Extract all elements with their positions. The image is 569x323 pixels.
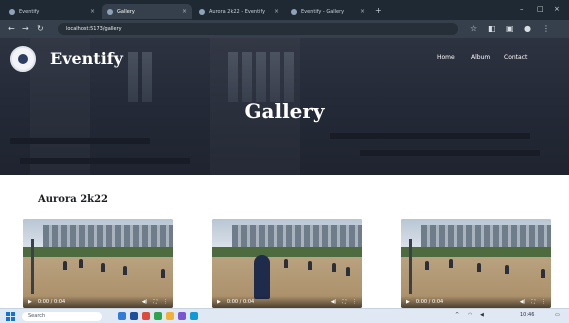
nav-link-contact[interactable]: Contact — [504, 54, 527, 61]
fullscreen-icon[interactable]: ⛶ — [153, 299, 157, 305]
volume-tray-icon[interactable]: ◀ — [480, 312, 484, 318]
back-icon[interactable]: ← — [8, 24, 15, 33]
taskbar-app-icon[interactable] — [190, 312, 198, 320]
taskbar-search-input[interactable]: Search — [22, 312, 102, 321]
video-player-1[interactable]: ▶ 0:00 / 0:04 ◀) ⛶ ⋮ — [23, 219, 173, 308]
tab-label: Eventify — [19, 8, 40, 15]
tab-favicon-icon — [107, 8, 113, 15]
video-frame-person — [79, 259, 83, 268]
volume-icon[interactable]: ◀) — [520, 299, 526, 305]
play-icon[interactable]: ▶ — [406, 299, 410, 305]
fullscreen-icon[interactable]: ⛶ — [342, 299, 346, 305]
menu-dots-icon[interactable]: ⋮ — [542, 24, 550, 33]
taskbar-app-icon[interactable] — [142, 312, 150, 320]
video-time: 0:00 / 0:04 — [37, 299, 66, 305]
volume-icon[interactable]: ◀) — [142, 299, 148, 305]
new-tab-icon[interactable]: + — [375, 6, 382, 15]
nav-link-album[interactable]: Album — [471, 54, 490, 61]
sidebar-icon[interactable]: ▣ — [506, 24, 514, 33]
taskbar-search-placeholder: Search — [28, 313, 46, 319]
video-frame-person — [284, 259, 288, 268]
taskbar-app-icon[interactable] — [166, 312, 174, 320]
windows-start-icon[interactable] — [6, 312, 15, 321]
more-options-icon[interactable]: ⋮ — [352, 299, 357, 305]
volume-icon[interactable]: ◀) — [331, 299, 337, 305]
taskbar-app-icon[interactable] — [154, 312, 162, 320]
video-frame-trees — [212, 247, 362, 257]
video-controls: ▶ 0:00 / 0:04 ◀) ⛶ ⋮ — [401, 296, 551, 308]
video-time: 0:00 / 0:04 — [415, 299, 444, 305]
extensions-icon[interactable]: ◧ — [488, 24, 496, 33]
chevron-up-icon[interactable]: ^ — [455, 312, 459, 318]
browser-tab-4[interactable]: Eventify - Gallery × — [286, 4, 370, 19]
video-frame-person — [63, 261, 67, 270]
more-options-icon[interactable]: ⋮ — [163, 299, 168, 305]
video-frame-pole — [31, 239, 34, 294]
close-icon[interactable]: × — [182, 8, 187, 15]
video-frame-person — [505, 265, 509, 274]
browser-toolbar: ← → ↻ localhost:5173/gallery ☆ ◧ ▣ ● ⋮ — [0, 20, 569, 38]
taskbar-app-icon[interactable] — [130, 312, 138, 320]
browser-tab-3[interactable]: Aurora 2k22 - Eventify × — [194, 4, 284, 19]
close-icon[interactable]: × — [90, 8, 95, 15]
video-controls: ▶ 0:00 / 0:04 ◀) ⛶ ⋮ — [23, 296, 173, 308]
play-icon[interactable]: ▶ — [217, 299, 221, 305]
browser-tab-2[interactable]: Gallery × — [102, 4, 192, 19]
video-frame-person — [308, 261, 312, 270]
tab-label: Eventify - Gallery — [301, 8, 345, 15]
page-title: Gallery — [244, 99, 325, 123]
video-frame-trees — [401, 247, 551, 257]
video-frame-person — [332, 263, 336, 272]
video-frame-person — [254, 255, 270, 299]
minimize-icon[interactable]: – — [520, 5, 524, 13]
close-window-icon[interactable]: × — [554, 5, 560, 13]
browser-tab-1[interactable]: Eventify × — [4, 4, 100, 19]
tab-label: Aurora 2k22 - Eventify — [209, 8, 266, 15]
brand-name[interactable]: Eventify — [50, 49, 123, 68]
video-player-2[interactable]: ▶ 0:00 / 0:04 ◀) ⛶ ⋮ — [212, 219, 362, 308]
more-options-icon[interactable]: ⋮ — [541, 299, 546, 305]
tab-favicon-icon — [291, 8, 297, 15]
video-frame-person — [161, 269, 165, 278]
forward-icon[interactable]: → — [22, 24, 29, 33]
star-icon[interactable]: ☆ — [470, 24, 477, 33]
play-icon[interactable]: ▶ — [28, 299, 32, 305]
video-time: 0:00 / 0:04 — [226, 299, 255, 305]
video-frame-trees — [23, 247, 173, 257]
tab-favicon-icon — [199, 8, 205, 15]
taskbar-app-icon[interactable] — [178, 312, 186, 320]
reload-icon[interactable]: ↻ — [37, 24, 44, 33]
video-frame-person — [477, 263, 481, 272]
fullscreen-icon[interactable]: ⛶ — [531, 299, 535, 305]
os-taskbar: Search ^ ◠ ◀ 10:46 ▭ — [0, 308, 569, 323]
notification-icon[interactable]: ▭ — [555, 312, 560, 318]
tab-label: Gallery — [117, 8, 135, 15]
wifi-icon[interactable]: ◠ — [468, 312, 472, 318]
profile-icon[interactable]: ● — [524, 24, 531, 33]
close-icon[interactable]: × — [360, 8, 365, 15]
video-frame-person — [425, 261, 429, 270]
close-icon[interactable]: × — [274, 8, 279, 15]
browser-tab-strip: Eventify × Gallery × Aurora 2k22 - Event… — [0, 0, 569, 20]
video-frame-person — [541, 269, 545, 278]
site-logo[interactable] — [10, 46, 36, 72]
section-title: Aurora 2k22 — [38, 194, 108, 205]
video-frame-person — [449, 259, 453, 268]
url-text: localhost:5173/gallery — [66, 26, 122, 32]
video-frame-pole — [409, 239, 412, 294]
taskbar-clock[interactable]: 10:46 — [520, 312, 534, 318]
video-frame-person — [346, 267, 350, 276]
nav-link-home[interactable]: Home — [437, 54, 455, 61]
video-controls: ▶ 0:00 / 0:04 ◀) ⛶ ⋮ — [212, 296, 362, 308]
tab-favicon-icon — [9, 8, 15, 15]
maximize-icon[interactable]: □ — [537, 5, 544, 13]
video-frame-person — [123, 266, 127, 275]
video-player-3[interactable]: ▶ 0:00 / 0:04 ◀) ⛶ ⋮ — [401, 219, 551, 308]
taskbar-app-icon[interactable] — [118, 312, 126, 320]
address-bar[interactable]: localhost:5173/gallery — [58, 23, 458, 35]
video-frame-person — [101, 263, 105, 272]
